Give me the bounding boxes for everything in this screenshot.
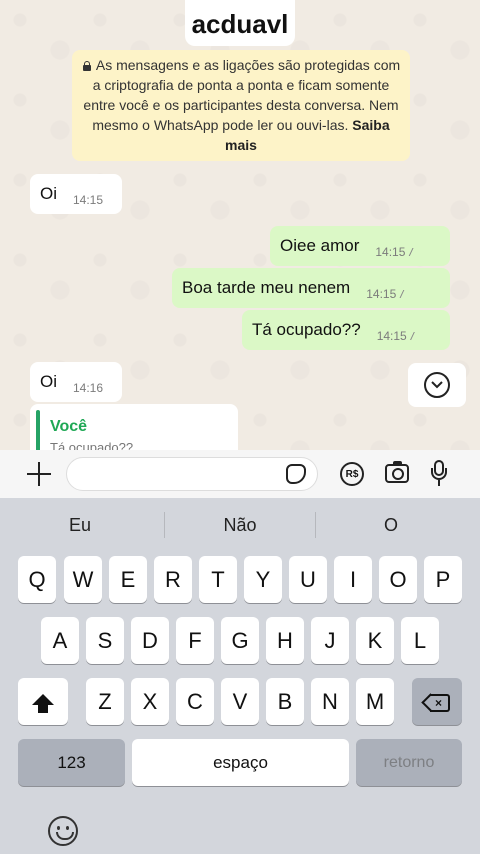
- numbers-key[interactable]: 123: [18, 739, 125, 786]
- key-h[interactable]: H: [266, 617, 304, 664]
- key-o[interactable]: O: [379, 556, 417, 603]
- key-m[interactable]: M: [356, 678, 394, 725]
- key-z[interactable]: Z: [86, 678, 124, 725]
- message-bubble-outgoing[interactable]: Boa tarde meu nenem 14:15//: [172, 268, 450, 308]
- key-q[interactable]: Q: [18, 556, 56, 603]
- camera-icon[interactable]: [385, 461, 409, 483]
- return-key[interactable]: retorno: [356, 739, 462, 786]
- message-time: 14:15: [73, 193, 104, 207]
- message-text: Tá ocupado??: [252, 320, 361, 339]
- key-t[interactable]: T: [199, 556, 237, 603]
- encryption-notice[interactable]: As mensagens e as ligações são protegida…: [72, 50, 410, 161]
- message-bubble-outgoing[interactable]: Oiee amor 14:15//: [270, 226, 450, 266]
- backspace-icon: ×: [421, 693, 450, 713]
- backspace-key[interactable]: ×: [412, 678, 462, 725]
- key-c[interactable]: C: [176, 678, 214, 725]
- shift-key[interactable]: [18, 678, 68, 725]
- shift-icon: [32, 694, 54, 713]
- key-e[interactable]: E: [109, 556, 147, 603]
- key-g[interactable]: G: [221, 617, 259, 664]
- key-d[interactable]: D: [131, 617, 169, 664]
- reply-accent-bar: [36, 410, 40, 452]
- chevron-down-icon: [424, 372, 450, 398]
- key-u[interactable]: U: [289, 556, 327, 603]
- message-text: Oiee amor: [280, 236, 360, 255]
- message-bubble-outgoing[interactable]: Tá ocupado?? 14:15//: [242, 310, 450, 350]
- message-time: 14:15//: [375, 245, 412, 259]
- contact-name[interactable]: acduavl: [185, 0, 295, 46]
- key-r[interactable]: R: [154, 556, 192, 603]
- emoji-icon[interactable]: [48, 816, 78, 846]
- key-n[interactable]: N: [311, 678, 349, 725]
- suggestion-item[interactable]: Não: [165, 498, 315, 552]
- suggestion-item[interactable]: Eu: [0, 498, 160, 552]
- key-s[interactable]: S: [86, 617, 124, 664]
- message-time: 14:16: [73, 381, 104, 395]
- message-time: 14:15//: [366, 287, 403, 301]
- key-b[interactable]: B: [266, 678, 304, 725]
- scroll-to-bottom-button[interactable]: [408, 363, 466, 407]
- key-j[interactable]: J: [311, 617, 349, 664]
- microphone-icon[interactable]: [431, 460, 447, 488]
- space-key[interactable]: espaço: [132, 739, 349, 786]
- keyboard: Eu Não O Q W E R T Y U I O P A S D F G H…: [0, 498, 480, 854]
- message-text: Oi: [40, 184, 57, 203]
- key-y[interactable]: Y: [244, 556, 282, 603]
- lock-icon: [82, 61, 92, 71]
- payment-icon[interactable]: R$: [340, 462, 364, 486]
- key-a[interactable]: A: [41, 617, 79, 664]
- reply-preview[interactable]: Você Tá ocupado??: [30, 404, 238, 452]
- plus-icon[interactable]: [27, 462, 51, 486]
- message-input[interactable]: [66, 457, 318, 491]
- message-bubble-incoming[interactable]: Oi 14:16: [30, 362, 122, 402]
- message-text: Boa tarde meu nenem: [182, 278, 351, 297]
- chat-area: acduavl As mensagens e as ligações são p…: [0, 0, 480, 452]
- suggestion-bar: Eu Não O: [0, 498, 480, 552]
- key-k[interactable]: K: [356, 617, 394, 664]
- key-i[interactable]: I: [334, 556, 372, 603]
- message-time: 14:15//: [376, 329, 414, 343]
- key-l[interactable]: L: [401, 617, 439, 664]
- message-text: Oi: [40, 372, 57, 391]
- key-v[interactable]: V: [221, 678, 259, 725]
- suggestion-item[interactable]: O: [316, 498, 466, 552]
- key-x[interactable]: X: [131, 678, 169, 725]
- key-p[interactable]: P: [424, 556, 462, 603]
- message-bubble-incoming[interactable]: Oi 14:15: [30, 174, 122, 214]
- message-input-bar: R$: [0, 450, 480, 498]
- reply-author: Você: [50, 418, 88, 435]
- key-f[interactable]: F: [176, 617, 214, 664]
- key-w[interactable]: W: [64, 556, 102, 603]
